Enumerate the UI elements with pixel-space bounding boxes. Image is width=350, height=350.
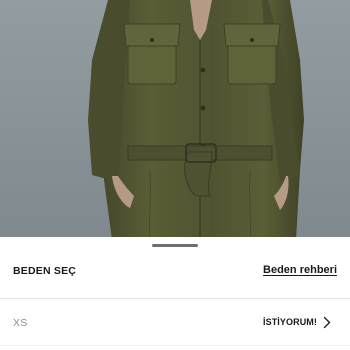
size-selection-sheet: BEDEN SEÇ Beden rehberi XS İSTİYORUM! (0, 237, 350, 350)
sheet-drag-handle[interactable] (152, 244, 198, 247)
size-selection-screen: BEDEN SEÇ Beden rehberi XS İSTİYORUM! (0, 0, 350, 350)
size-option-xs[interactable]: XS İSTİYORUM! (0, 299, 350, 345)
size-label: XS (13, 317, 28, 329)
size-guide-link[interactable]: Beden rehberi (263, 264, 337, 276)
product-photo (0, 0, 350, 240)
chevron-right-icon (322, 316, 332, 329)
sheet-header: BEDEN SEÇ Beden rehberi (0, 261, 350, 283)
notify-me-label: İSTİYORUM! (263, 317, 317, 327)
divider (0, 345, 350, 346)
sheet-title: BEDEN SEÇ (13, 265, 77, 277)
